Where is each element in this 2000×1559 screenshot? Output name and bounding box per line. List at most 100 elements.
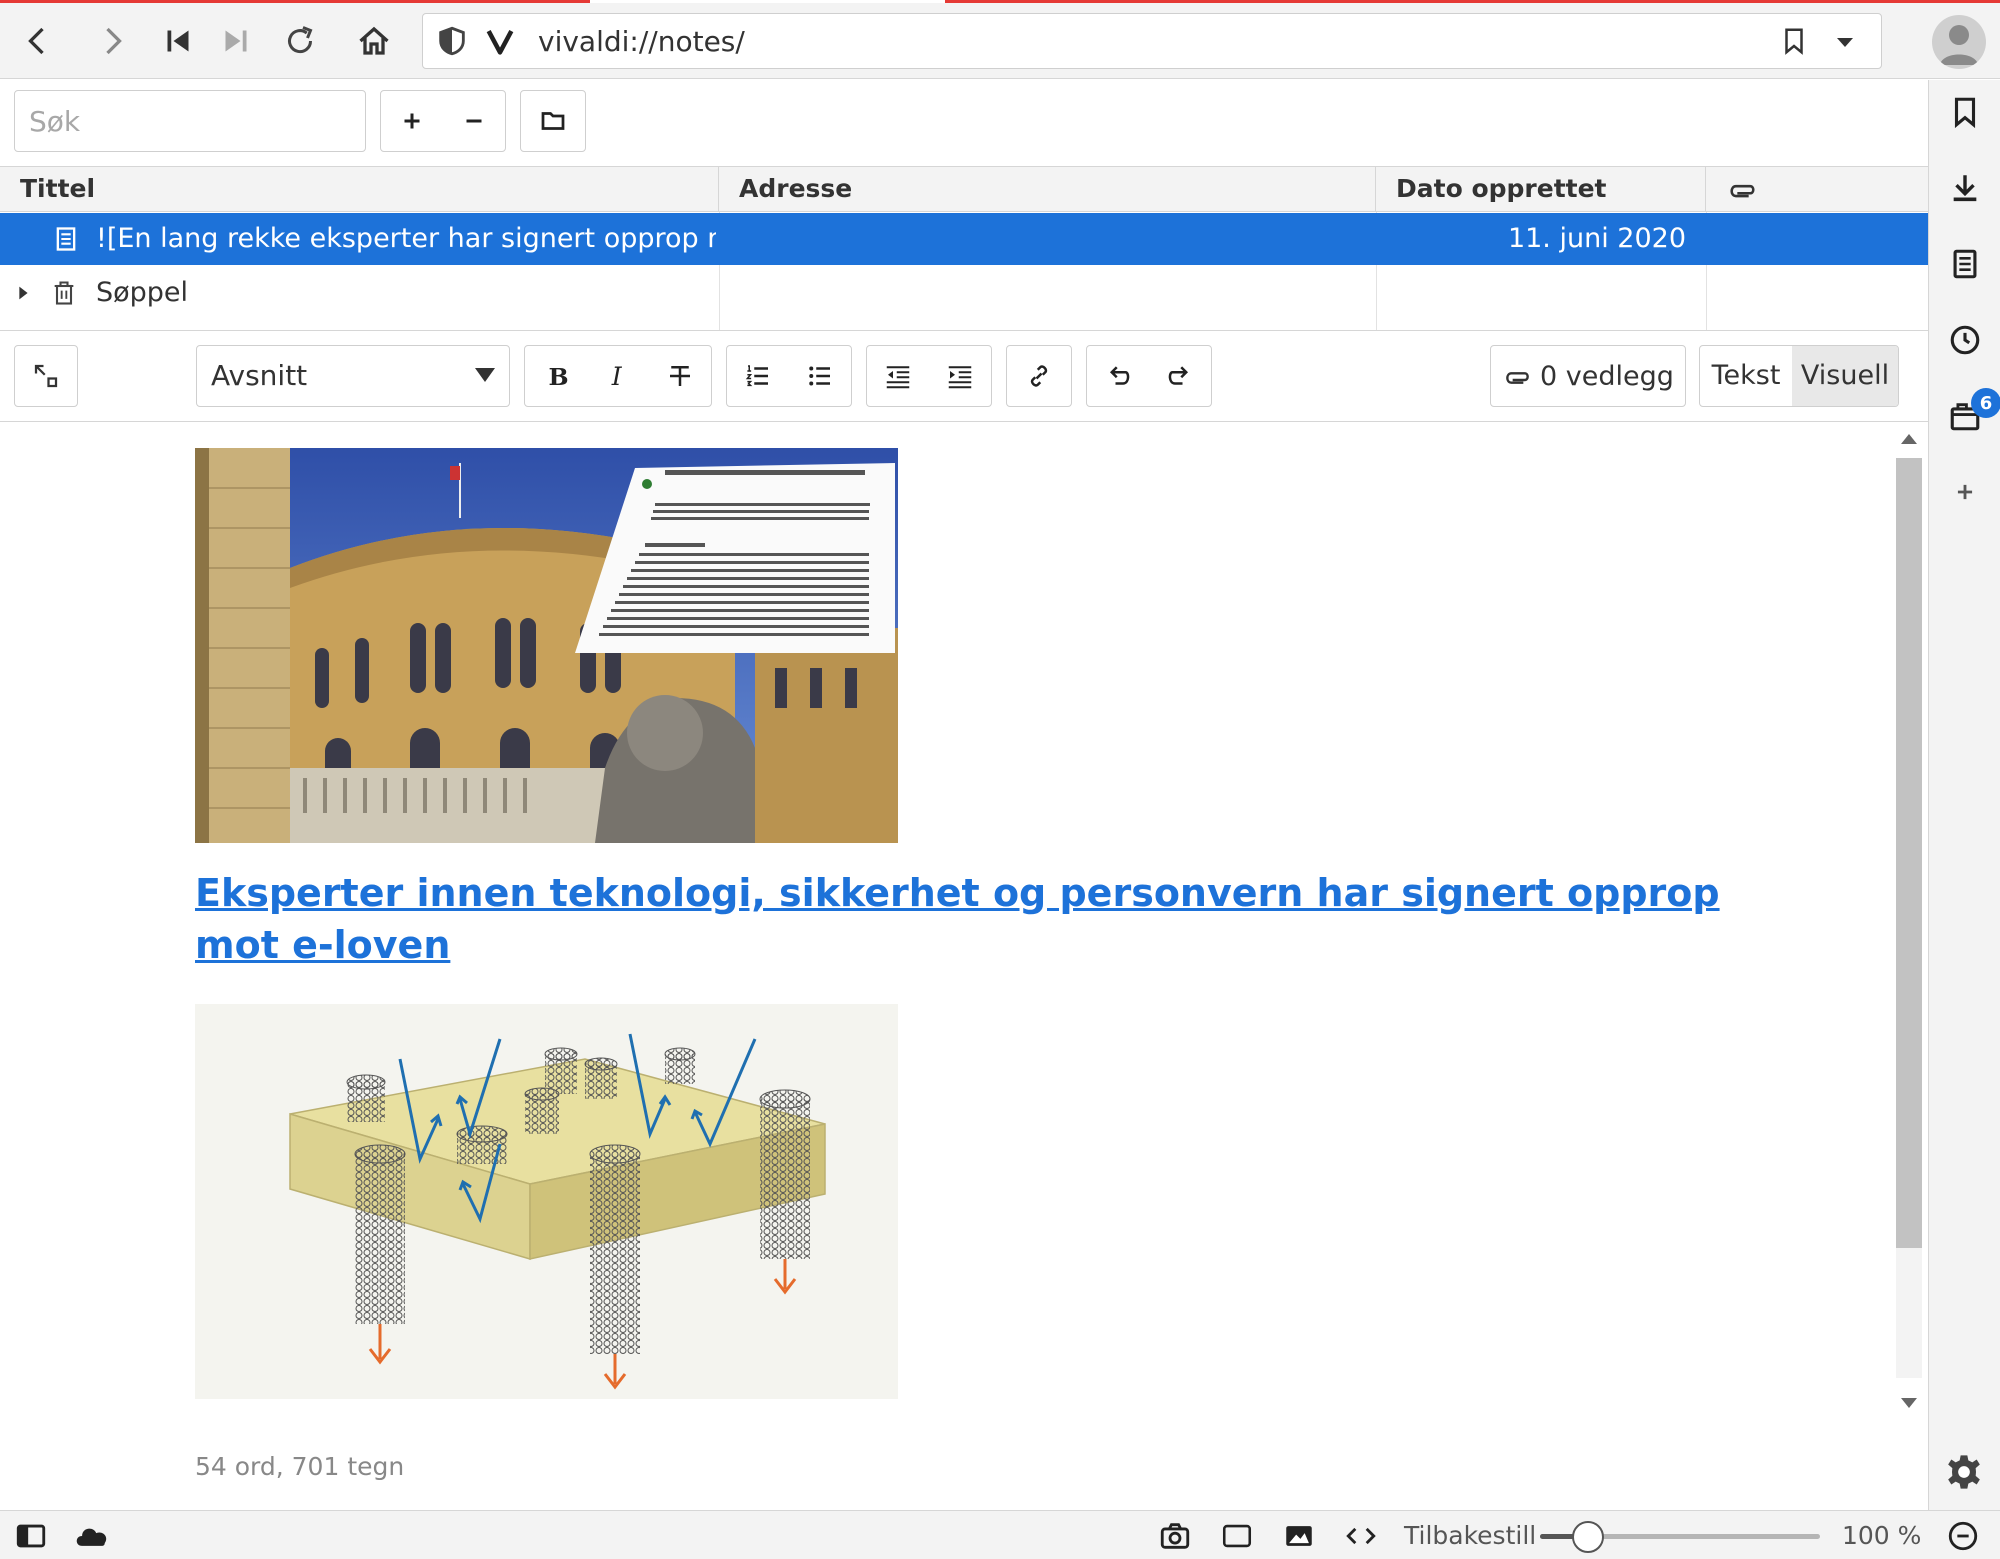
paragraph-style-value: Avsnitt [211,359,308,392]
italic-button[interactable]: I [587,346,649,406]
url-text[interactable]: vivaldi://notes/ [538,26,745,58]
profile-avatar[interactable] [1932,15,1986,69]
clock-icon [1950,325,1980,355]
chevron-down-icon [475,368,495,382]
rewind-button[interactable] [150,3,206,79]
tiling-icon[interactable] [1220,1519,1254,1553]
zoom-reset-button[interactable]: Tilbakestill [1404,1511,1536,1559]
column-date-created[interactable]: Dato opprettet [1376,167,1706,211]
gear-icon [1948,1455,1980,1489]
window-panel-button[interactable]: 6 [1929,388,2000,444]
settings-button[interactable] [1944,1452,1984,1492]
downloads-panel-button[interactable] [1929,160,2000,216]
remove-note-button[interactable] [443,91,505,151]
history-panel-button[interactable] [1929,312,2000,368]
trash-row[interactable]: Søppel [0,267,1928,319]
new-folder-button[interactable] [521,91,585,151]
home-icon [359,26,389,55]
fullscreen-group [14,345,78,407]
indent-icon [948,366,972,389]
outdent-button[interactable] [867,346,929,406]
trash-label: Søppel [96,277,189,308]
chevron-right-icon [106,27,122,55]
user-icon [1940,25,1978,65]
notes-toolbar [0,80,1928,166]
notes-panel-button[interactable] [1929,236,2000,292]
search-input[interactable] [14,90,366,152]
note-editor[interactable]: Eksperter innen teknologi, sikkerhet og … [0,422,1928,1422]
forward-button[interactable] [84,3,140,79]
list-group [726,345,852,407]
insert-link-button[interactable] [1007,346,1071,406]
zoom-out-icon[interactable] [1946,1519,1980,1553]
word-count: 54 ord, 701 tegn [195,1452,405,1481]
redo-button[interactable] [1149,346,1211,406]
bookmark-icon [1954,97,1976,129]
vivaldi-logo-icon [486,30,514,55]
skip-back-icon [167,30,189,52]
indent-button[interactable] [929,346,991,406]
outdent-icon [886,366,910,389]
minus-icon [466,119,482,123]
indent-group [866,345,992,407]
add-panel-button[interactable] [1929,464,2000,520]
expand-arrow-icon[interactable] [12,279,34,307]
code-icon[interactable] [1344,1519,1378,1553]
svg-text:I: I [611,362,623,391]
fast-forward-button[interactable] [208,3,264,79]
article-headline-link[interactable]: Eksperter innen teknologi, sikkerhet og … [195,867,1725,971]
link-group [1006,345,1072,407]
undo-button[interactable] [1087,346,1149,406]
ordered-list-icon [745,365,768,387]
italic-icon: I [611,362,623,391]
link-icon [1030,365,1048,387]
chevron-left-icon [28,27,44,55]
image-icon[interactable] [1282,1519,1316,1553]
plus-icon [1957,484,1973,500]
home-button[interactable] [346,3,402,79]
back-button[interactable] [10,3,66,79]
scroll-up-arrow-icon[interactable] [1901,434,1917,444]
scrollbar-thumb[interactable] [1896,458,1922,1248]
bookmark-icon[interactable] [1779,26,1809,56]
editor-toolbar: Avsnitt B I 0 vedlegg Tekst Visuell [0,330,1928,422]
paragraph-style-select[interactable]: Avsnitt [196,345,510,407]
text-format-group: B I [524,345,712,407]
folder-icon [541,112,565,130]
cloud-sync-icon[interactable] [72,1519,112,1553]
bullet-list-icon [809,366,830,386]
bullet-list-button[interactable] [789,346,851,406]
bookmarks-panel-button[interactable] [1929,84,2000,140]
chevron-down-icon[interactable] [1833,30,1857,54]
notes-tree-header: Tittel Adresse Dato opprettet [0,166,1928,212]
url-field[interactable]: vivaldi://notes/ [422,13,1882,69]
scroll-down-arrow-icon[interactable] [1901,1398,1917,1408]
strikethrough-button[interactable] [649,346,711,406]
note-row-selected[interactable]: ![En lang rekke eksperter har signert op… [0,213,1928,265]
column-title[interactable]: Tittel [0,167,719,211]
column-address[interactable]: Adresse [719,167,1376,211]
address-bar: vivaldi://notes/ [0,3,2000,79]
add-note-button[interactable] [381,91,443,151]
mode-visual-button[interactable]: Visuell [1792,346,1898,406]
attachments-label: 0 vedlegg [1540,360,1674,392]
add-remove-group [380,90,506,152]
note-icon [56,227,76,251]
attachments-button[interactable]: 0 vedlegg [1490,345,1686,407]
plus-icon [404,113,420,129]
mode-text-button[interactable]: Tekst [1700,346,1792,406]
expand-icon [34,364,58,388]
reload-button[interactable] [272,3,328,79]
shield-icon[interactable] [435,24,469,58]
expand-editor-button[interactable] [15,346,77,406]
svg-text:B: B [549,363,569,391]
zoom-slider-thumb[interactable] [1571,1521,1604,1553]
ordered-list-button[interactable] [727,346,789,406]
panel-toggle-icon[interactable] [14,1519,48,1553]
bold-button[interactable]: B [525,346,587,406]
note-title: ![En lang rekke eksperter har signert op… [96,223,716,254]
camera-icon[interactable] [1158,1519,1192,1553]
column-attachments[interactable] [1706,167,1928,211]
strikethrough-icon [670,366,690,386]
editor-scrollbar[interactable] [1892,422,1926,1418]
